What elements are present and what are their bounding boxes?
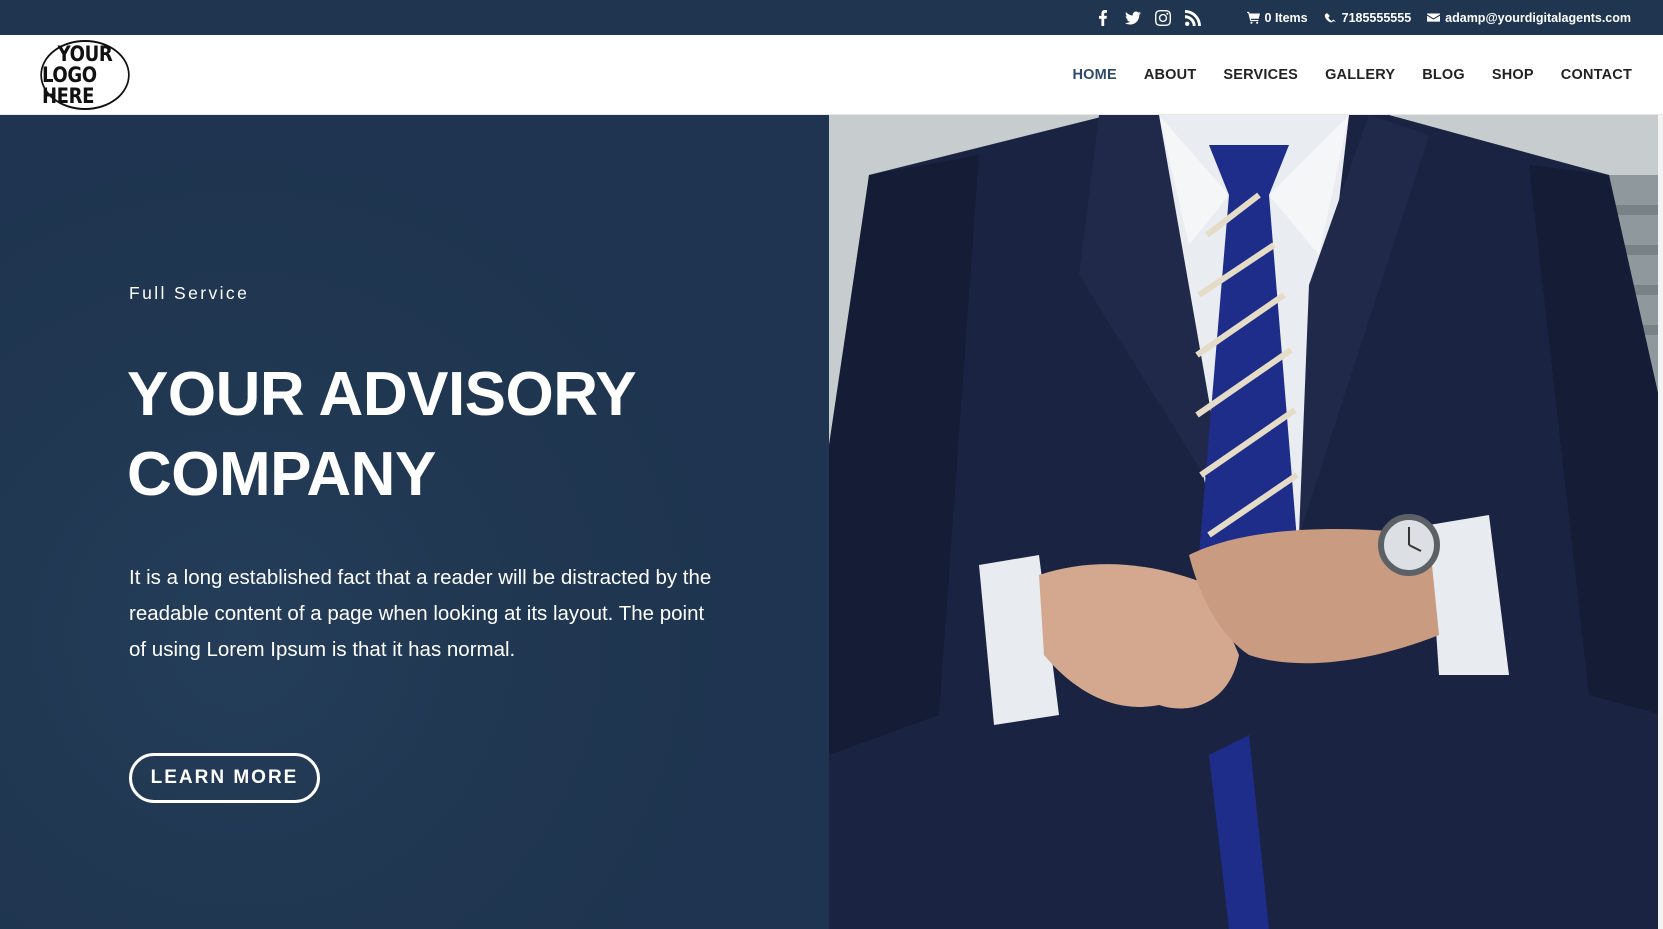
hero-title: YOUR ADVISORY COMPANY [127, 355, 777, 515]
hero-eyebrow: Full Service [129, 283, 250, 303]
nav-item-about[interactable]: ABOUT [1144, 67, 1197, 83]
hero-title-line-1: YOUR ADVISORY [127, 360, 637, 429]
nav-item-home[interactable]: HOME [1073, 67, 1117, 83]
cart-icon [1246, 11, 1260, 24]
phone-number: 7185555555 [1341, 10, 1412, 25]
nav-item-shop[interactable]: SHOP [1492, 67, 1534, 83]
hero-description: It is a long established fact that a rea… [129, 566, 712, 661]
scroll-edge [1658, 115, 1663, 929]
cart-label: 0 Items [1264, 10, 1308, 25]
hero-text-panel: Full Service YOUR ADVISORY COMPANY It is… [0, 115, 829, 929]
nav-item-contact[interactable]: CONTACT [1561, 67, 1632, 83]
hero-image [829, 115, 1663, 929]
nav-item-blog[interactable]: BLOG [1422, 67, 1465, 83]
cart-link[interactable]: 0 Items [1246, 10, 1308, 25]
nav-item-services[interactable]: SERVICES [1223, 67, 1298, 83]
rss-icon[interactable] [1184, 9, 1201, 26]
main-nav: HOME ABOUT SERVICES GALLERY BLOG SHOP CO… [1073, 35, 1632, 115]
top-bar: 0 Items 7185555555 adamp@yourdigitalagen… [0, 0, 1663, 35]
hero-title-line-2: COMPANY [127, 440, 436, 509]
envelope-icon [1427, 13, 1441, 22]
learn-more-button[interactable]: LEARN MORE [129, 753, 320, 803]
social-links [1095, 9, 1201, 26]
email-link[interactable]: adamp@yourdigitalagents.com [1427, 11, 1631, 25]
suit-photo-illustration [829, 115, 1663, 929]
main-header: YOUR LOGO HERE HOME ABOUT SERVICES GALLE… [0, 35, 1663, 115]
email-address: adamp@yourdigitalagents.com [1445, 10, 1631, 25]
nav-item-gallery[interactable]: GALLERY [1325, 67, 1395, 83]
facebook-icon[interactable] [1095, 9, 1111, 26]
logo-line-2: LOGO HERE [42, 62, 97, 108]
twitter-icon[interactable] [1124, 10, 1141, 26]
logo[interactable]: YOUR LOGO HERE [40, 40, 130, 110]
logo-line-1: YOUR [57, 41, 113, 66]
instagram-icon[interactable] [1154, 9, 1171, 26]
phone-icon [1324, 13, 1336, 23]
phone-link[interactable]: 7185555555 [1324, 10, 1412, 25]
